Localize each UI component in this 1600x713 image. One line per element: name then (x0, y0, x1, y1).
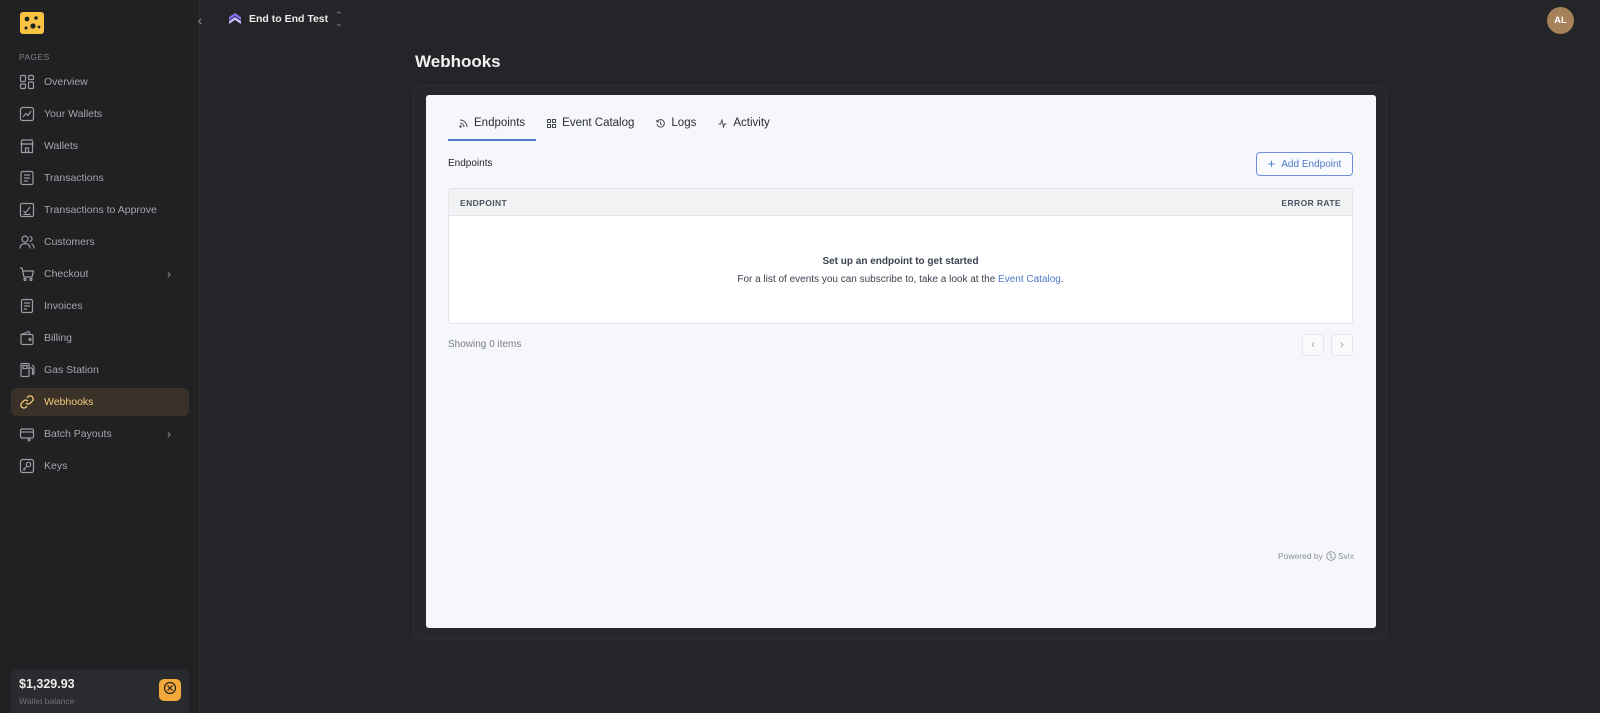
next-page-button[interactable]: › (1331, 334, 1353, 356)
tab-activity[interactable]: Activity (707, 107, 780, 139)
sidebar-item-label: Wallets (44, 140, 79, 152)
wallet-icon (19, 330, 35, 346)
sidebar-item-transactions-to-approve[interactable]: Transactions to Approve (11, 196, 189, 224)
sidebar-item-overview[interactable]: Overview (11, 68, 189, 96)
sidebar-item-label: Transactions to Approve (44, 204, 157, 216)
sidebar-item-label: Customers (44, 236, 95, 248)
rss-icon (459, 119, 468, 128)
add-endpoint-label: Add Endpoint (1281, 158, 1342, 170)
sidebar-nav: Overview Your Wallets Wallets Transactio… (11, 68, 189, 484)
powered-by-brand: Svix (1337, 551, 1354, 561)
tab-logs[interactable]: Logs (645, 107, 707, 139)
link-icon (19, 394, 35, 410)
plus-icon: + (1267, 156, 1276, 171)
sidebar-section-label: PAGES (19, 52, 50, 62)
project-name: End to End Test (249, 13, 329, 25)
store-icon (19, 138, 35, 154)
column-header-error-rate: ERROR RATE (1281, 198, 1341, 208)
section-heading: Endpoints (448, 158, 493, 169)
sidebar-item-transactions[interactable]: Transactions (11, 164, 189, 192)
event-catalog-link[interactable]: Event Catalog (998, 274, 1061, 285)
sidebar-item-invoices[interactable]: Invoices (11, 292, 189, 320)
sidebar-item-label: Keys (44, 460, 68, 472)
cart-icon (19, 266, 35, 282)
sidebar-item-billing[interactable]: Billing (11, 324, 189, 352)
grid-icon (19, 74, 35, 90)
wallet-balance-label: Wallet balance (19, 696, 75, 706)
project-logo-icon (228, 12, 242, 26)
chevron-up-down-icon: ⌃ ⌄ (335, 10, 343, 28)
coin-icon (163, 681, 177, 700)
sidebar-item-webhooks[interactable]: Webhooks (11, 388, 189, 416)
sidebar-item-checkout[interactable]: Checkout › (11, 260, 189, 288)
batch-icon (19, 426, 35, 442)
sidebar-item-label: Gas Station (44, 364, 99, 376)
chart-line-icon (19, 106, 35, 122)
column-header-endpoint: ENDPOINT (460, 198, 508, 208)
table-header: ENDPOINT ERROR RATE (449, 189, 1352, 216)
invoice-icon (19, 298, 35, 314)
tab-endpoints[interactable]: Endpoints (448, 107, 537, 141)
empty-state-text: For a list of events you can subscribe t… (449, 274, 1352, 285)
chevron-right-icon: › (167, 427, 171, 441)
users-icon (19, 234, 35, 250)
svix-logo-icon (1326, 551, 1336, 561)
app-logo[interactable] (19, 10, 45, 36)
items-count: Showing 0 items (448, 339, 522, 350)
gas-pump-icon (19, 362, 35, 378)
sidebar: PAGES Overview Your Wallets Wallets Tran… (0, 0, 200, 713)
add-endpoint-button[interactable]: + Add Endpoint (1256, 152, 1353, 176)
sidebar-item-customers[interactable]: Customers (11, 228, 189, 256)
sidebar-item-your-wallets[interactable]: Your Wallets (11, 100, 189, 128)
key-icon (19, 458, 35, 474)
activity-icon (718, 118, 727, 128)
chevron-right-icon: › (1340, 339, 1344, 351)
sidebar-item-label: Your Wallets (44, 108, 103, 120)
empty-state-title: Set up an endpoint to get started (822, 256, 979, 267)
sidebar-item-label: Checkout (44, 268, 89, 280)
endpoints-table: ENDPOINT ERROR RATE Set up an endpoint t… (448, 188, 1353, 324)
sidebar-item-label: Invoices (44, 300, 83, 312)
sidebar-item-keys[interactable]: Keys (11, 452, 189, 480)
chevron-left-icon: ‹ (1311, 339, 1315, 351)
webhooks-tabs: Endpoints Event Catalog Logs Activity (448, 107, 781, 141)
empty-state-text-after: . (1060, 274, 1064, 285)
sidebar-item-label: Overview (44, 76, 88, 88)
powered-by-label: Powered by (1278, 551, 1323, 561)
avatar[interactable]: AL (1547, 7, 1574, 34)
sidebar-item-label: Webhooks (44, 396, 94, 408)
grid-icon (547, 118, 557, 128)
empty-state-text-before: For a list of events you can subscribe t… (737, 274, 999, 285)
wallet-balance-amount: $1,329.93 (19, 677, 75, 691)
sidebar-item-label: Transactions (44, 172, 104, 184)
chevron-left-icon: ‹ (197, 12, 203, 28)
history-icon (656, 118, 666, 128)
page-title: Webhooks (415, 52, 501, 71)
collapse-sidebar-button[interactable]: ‹ (193, 12, 207, 28)
chevron-right-icon: › (167, 267, 171, 281)
sidebar-item-label: Billing (44, 332, 73, 344)
sidebar-item-wallets[interactable]: Wallets (11, 132, 189, 160)
tab-label: Activity (733, 117, 770, 129)
tab-label: Endpoints (474, 117, 526, 129)
webhooks-panel: Endpoints Event Catalog Logs Activity En… (426, 95, 1376, 628)
wallet-action-button[interactable] (159, 679, 181, 701)
wallet-balance-card: $1,329.93 Wallet balance (11, 669, 189, 713)
tab-label: Logs (671, 117, 697, 129)
list-icon (19, 170, 35, 186)
tab-label: Event Catalog (562, 117, 635, 129)
project-switcher[interactable]: End to End Test ⌃ ⌄ (228, 10, 343, 28)
sidebar-item-batch-payouts[interactable]: Batch Payouts › (11, 420, 189, 448)
powered-by[interactable]: Powered by Svix (1278, 551, 1354, 561)
approve-icon (19, 202, 35, 218)
tab-event-catalog[interactable]: Event Catalog (536, 107, 645, 139)
sidebar-item-gas-station[interactable]: Gas Station (11, 356, 189, 384)
sidebar-item-label: Batch Payouts (44, 428, 112, 440)
previous-page-button[interactable]: ‹ (1302, 334, 1324, 356)
